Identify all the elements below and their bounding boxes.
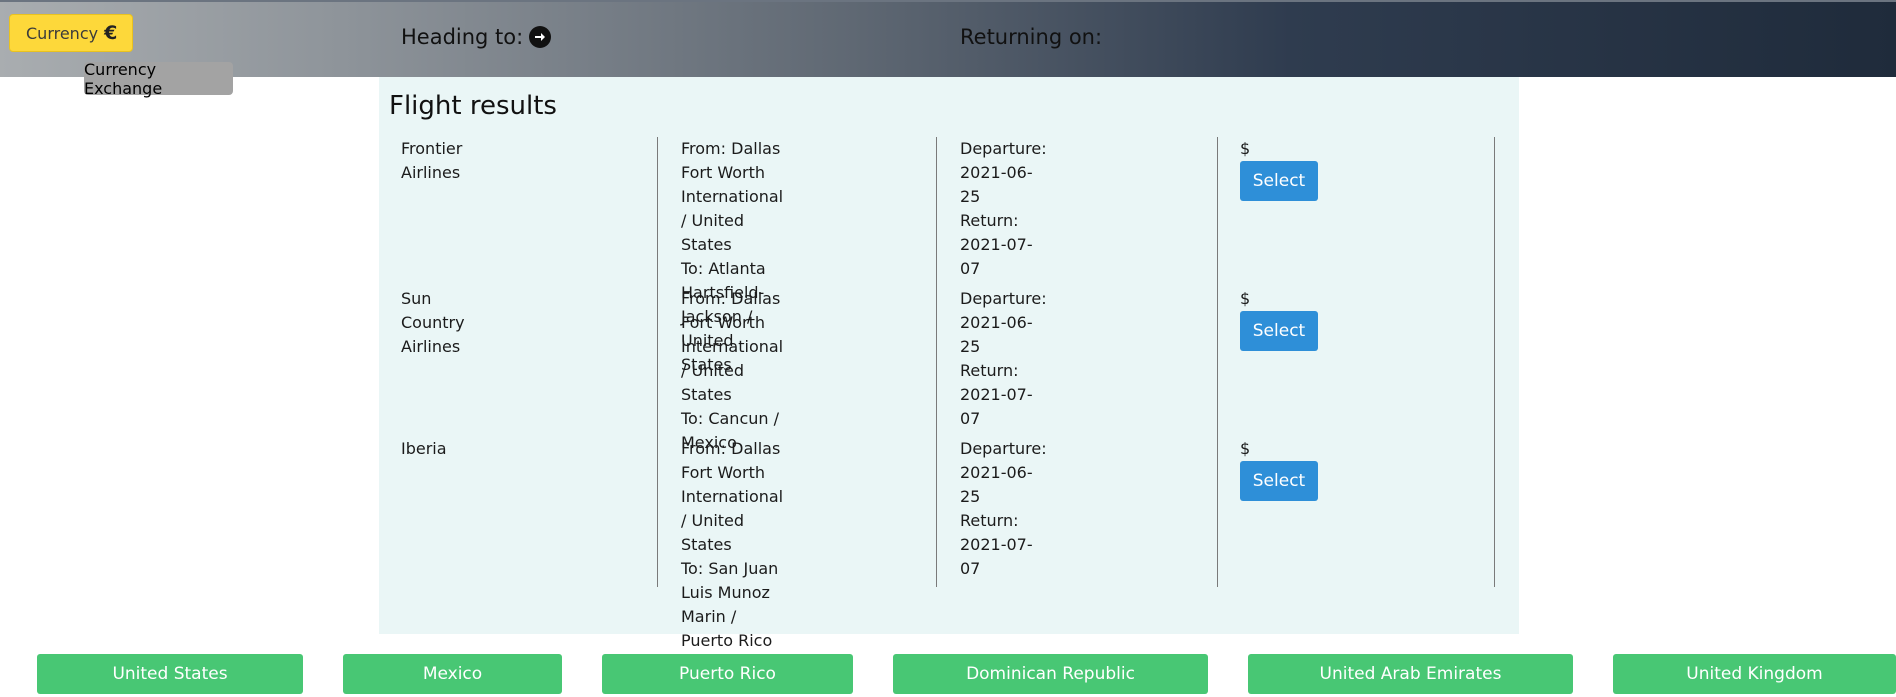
route-to-line-2: Puerto Rico bbox=[681, 631, 773, 650]
destination-united-kingdom[interactable]: United Kingdom bbox=[1613, 654, 1896, 694]
airline-name: Frontier Airlines bbox=[401, 139, 463, 182]
currency-button[interactable]: Currency € bbox=[9, 14, 133, 52]
route-from-line-1: From: Dallas Fort Worth bbox=[681, 289, 781, 332]
return-date: Return: 2021-07-07 bbox=[960, 361, 1033, 428]
route-from-line-2: International / United States bbox=[681, 187, 784, 254]
results-title: Flight results bbox=[389, 91, 557, 121]
destination-mexico[interactable]: Mexico bbox=[343, 654, 562, 694]
route-from-line-1: From: Dallas Fort Worth bbox=[681, 139, 781, 182]
column-divider bbox=[1494, 137, 1495, 587]
route-from-line-2: International / United States bbox=[681, 487, 784, 554]
returning-on: Returning on: bbox=[960, 25, 1102, 49]
top-banner: Currency € Heading to: Returning on: bbox=[0, 0, 1896, 77]
currency-label: Currency bbox=[26, 23, 99, 43]
heading-to-label: Heading to: bbox=[401, 25, 524, 49]
returning-on-label: Returning on: bbox=[960, 25, 1103, 49]
destination-puerto-rico[interactable]: Puerto Rico bbox=[602, 654, 853, 694]
route-to-line-1: To: San Juan Luis Munoz Marin / bbox=[681, 559, 779, 626]
select-flight-button[interactable]: Select bbox=[1240, 461, 1318, 501]
destination-dominican-republic[interactable]: Dominican Republic bbox=[893, 654, 1208, 694]
banner-image-strip bbox=[0, 0, 1896, 2]
route-info: From: Dallas Fort Worth International / … bbox=[681, 287, 783, 455]
return-date: Return: 2021-07-07 bbox=[960, 511, 1033, 578]
dates-info: Departure: 2021-06-25 Return: 2021-07-07 bbox=[960, 137, 1047, 281]
return-date: Return: 2021-07-07 bbox=[960, 211, 1033, 278]
airline-name: Sun Country Airlines bbox=[401, 289, 465, 356]
route-from-line-1: From: Dallas Fort Worth bbox=[681, 439, 781, 482]
route-from-line-2: International / United States bbox=[681, 337, 784, 404]
euro-icon: € bbox=[104, 22, 118, 44]
departure-date: Departure: 2021-06-25 bbox=[960, 439, 1047, 506]
price-column bbox=[1217, 137, 1498, 587]
arrow-right-circle-icon[interactable] bbox=[529, 26, 552, 48]
dates-info: Departure: 2021-06-25 Return: 2021-07-07 bbox=[960, 287, 1047, 431]
departure-date: Departure: 2021-06-25 bbox=[960, 139, 1047, 206]
destination-united-states[interactable]: United States bbox=[37, 654, 303, 694]
flight-results-panel: Flight results Frontier Airlines From: D… bbox=[379, 77, 1519, 650]
airline-name: Iberia bbox=[401, 439, 447, 458]
heading-to: Heading to: bbox=[401, 25, 552, 49]
select-flight-button[interactable]: Select bbox=[1240, 161, 1318, 201]
departure-date: Departure: 2021-06-25 bbox=[960, 289, 1047, 356]
select-flight-button[interactable]: Select bbox=[1240, 311, 1318, 351]
airline-column bbox=[401, 137, 680, 587]
destination-united-arab-emirates[interactable]: United Arab Emirates bbox=[1248, 654, 1573, 694]
dates-info: Departure: 2021-06-25 Return: 2021-07-07 bbox=[960, 437, 1047, 581]
currency-exchange-tooltip: Currency Exchange bbox=[84, 60, 233, 98]
route-info: From: Dallas Fort Worth International / … bbox=[681, 437, 783, 653]
